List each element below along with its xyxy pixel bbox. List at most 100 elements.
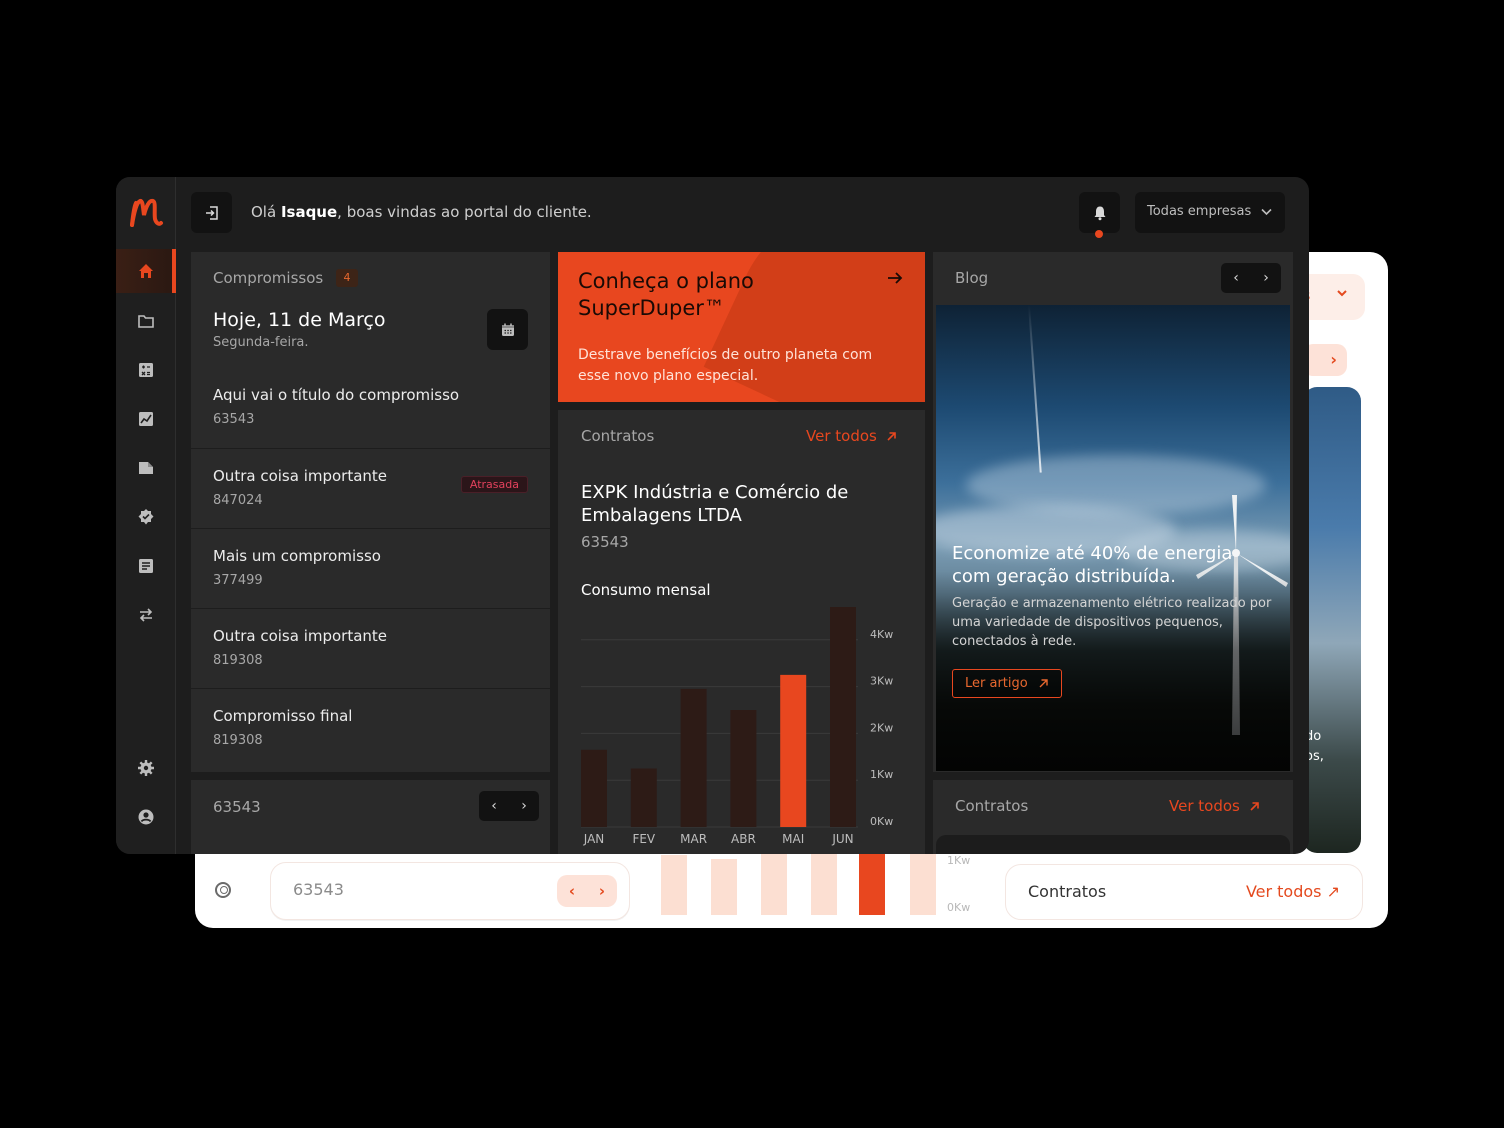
chevron-right-icon[interactable]: › — [599, 882, 605, 900]
list-item[interactable]: Outra coisa importante 819308 — [191, 608, 550, 688]
blog-pager: ‹ › — [1221, 263, 1281, 293]
blog-panel: Blog ‹ › Economize até 40% de energia co… — [933, 252, 1293, 772]
appointment-number: 847024 — [213, 493, 263, 508]
compromissos-count-badge: 4 — [336, 269, 358, 287]
company-select[interactable]: Todas empresas — [1135, 192, 1285, 233]
appointment-number: 819308 — [213, 653, 263, 668]
document-icon — [139, 462, 153, 474]
read-article-label: Ler artigo — [965, 676, 1028, 691]
number-card: 63543 ‹ › — [191, 780, 550, 854]
light-contratos-card: Contratos Ver todos ↗ — [1005, 864, 1363, 920]
light-bar — [711, 859, 737, 915]
chevron-left-icon[interactable]: ‹ — [491, 798, 497, 814]
y-tick-label: 1Kw — [870, 768, 893, 781]
blog-title: Blog — [955, 269, 989, 287]
light-ver-todos-label: Ver todos — [1245, 882, 1322, 901]
sidebar-item-calculator[interactable] — [116, 348, 176, 392]
light-number-card: 63543 ‹ › — [270, 862, 630, 920]
chart-bar[interactable] — [730, 709, 757, 827]
chevron-right-icon[interactable]: › — [521, 798, 527, 814]
chart-bar[interactable] — [680, 688, 707, 827]
list-item[interactable]: Compromisso final 819308 — [191, 688, 550, 768]
appointment-title: Mais um compromisso — [213, 547, 381, 565]
light-user-icon[interactable] — [215, 882, 231, 898]
appointment-title: Outra coisa importante — [213, 467, 388, 485]
chart-bar[interactable] — [630, 768, 657, 827]
x-tick-label: JAN — [583, 832, 605, 846]
sidebar-item-list[interactable] — [116, 544, 176, 588]
promo-description: Destrave benefícios de outro planeta com… — [578, 347, 873, 384]
appointment-number: 63543 — [213, 412, 255, 427]
x-tick-label: MAI — [782, 832, 804, 846]
blog-headline: Economize até 40% de energia com geração… — [952, 543, 1233, 587]
list-item[interactable]: Mais um compromisso 377499 — [191, 528, 550, 608]
arrow-up-right-icon — [1250, 801, 1259, 811]
chevron-right-icon[interactable]: › — [1263, 270, 1269, 286]
appointment-title: Outra coisa importante — [213, 627, 388, 645]
user-icon — [138, 809, 154, 825]
light-ver-todos-link[interactable]: Ver todos ↗ — [1246, 882, 1340, 901]
chevron-left-icon[interactable]: ‹ — [1233, 270, 1239, 286]
sidebar-item-transfer[interactable] — [116, 593, 176, 637]
light-bar — [910, 852, 936, 915]
y-tick-label: 2Kw — [870, 721, 893, 734]
read-article-button[interactable]: Ler artigo — [952, 669, 1062, 698]
sidebar-item-folder[interactable] — [116, 299, 176, 343]
chart-bar[interactable] — [581, 749, 607, 827]
sidebar-item-settings[interactable] — [116, 746, 176, 790]
logo-icon[interactable] — [128, 195, 164, 231]
appointment-number: 377499 — [213, 573, 263, 588]
light-bar-highlight — [859, 852, 885, 915]
contratos-title: Contratos — [581, 427, 655, 445]
list-icon — [139, 559, 153, 573]
list-item[interactable]: Outra coisa importante 847024 Atrasada — [191, 448, 550, 528]
light-bar — [761, 852, 787, 915]
calendar-button[interactable] — [487, 309, 528, 350]
ver-todos-link[interactable]: Ver todos — [1169, 797, 1261, 815]
greeting-suffix: , boas vindas ao portal do cliente. — [337, 203, 592, 221]
light-bar — [661, 855, 687, 915]
notification-dot — [1095, 230, 1103, 238]
light-number: 63543 — [293, 880, 344, 899]
appointment-title: Compromisso final — [213, 707, 353, 725]
contratos-panel: Contratos Ver todos EXPK Indústria e Com… — [558, 410, 925, 854]
exit-button[interactable] — [191, 192, 232, 233]
sidebar-item-chart[interactable] — [116, 397, 176, 441]
light-axis-tick: 0Kw — [947, 901, 971, 914]
contract-number: 63543 — [581, 533, 629, 551]
sidebar-item-verified[interactable] — [116, 495, 176, 539]
contratos-title: Contratos — [955, 797, 1029, 815]
light-next-button[interactable]: › — [1303, 344, 1347, 376]
arrow-up-right-icon — [1039, 679, 1048, 688]
ver-todos-label: Ver todos — [1169, 797, 1240, 815]
chart-bar[interactable] — [830, 607, 856, 827]
consumption-chart: 0Kw 1Kw 2Kw 3Kw 4Kw JAN FEV MAR ABR MAI JUN — [581, 607, 893, 846]
y-tick-label: 4Kw — [870, 628, 893, 641]
light-bar — [811, 852, 837, 915]
notifications-button[interactable] — [1079, 192, 1120, 233]
user-name: Isaque — [280, 203, 338, 221]
x-tick-label: FEV — [632, 832, 655, 846]
sidebar — [116, 177, 176, 854]
chart-bar[interactable] — [780, 674, 807, 827]
chevron-left-icon[interactable]: ‹ — [569, 882, 575, 900]
transfer-icon — [139, 608, 153, 622]
folder-icon — [138, 315, 154, 328]
list-item[interactable]: Aqui vai o título do compromisso 63543 — [191, 368, 550, 448]
ver-todos-link[interactable]: Ver todos — [806, 427, 898, 445]
promo-card[interactable]: Conheça o plano SuperDuper™ Destrave ben… — [558, 252, 925, 402]
sidebar-item-home[interactable] — [116, 249, 176, 293]
sidebar-item-profile[interactable] — [116, 795, 176, 839]
sidebar-item-document[interactable] — [116, 446, 176, 490]
ver-todos-label: Ver todos — [806, 427, 877, 445]
arrow-right-icon[interactable] — [885, 268, 905, 288]
light-axis-tick: 1Kw — [947, 854, 971, 867]
company-select-value: Todas empresas — [1147, 204, 1252, 219]
chart-icon — [139, 412, 153, 426]
appointment-number: 819308 — [213, 733, 263, 748]
greeting: Olá Isaque, boas vindas ao portal do cli… — [251, 203, 592, 221]
calculator-icon — [139, 363, 153, 377]
top-bar: Olá Isaque, boas vindas ao portal do cli… — [176, 177, 1309, 249]
light-pager[interactable]: ‹ › — [557, 875, 617, 907]
arrow-up-right-icon — [887, 431, 896, 441]
